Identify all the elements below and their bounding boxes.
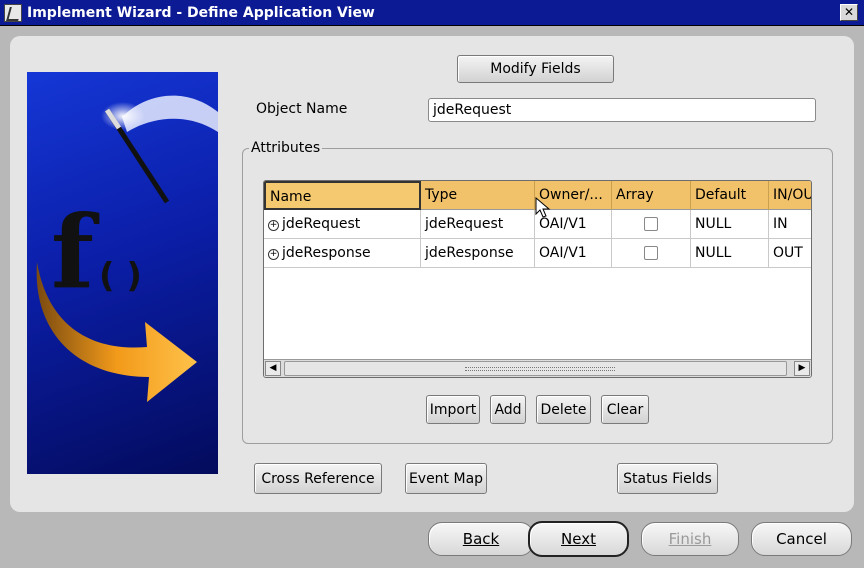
row-name: jdeRequest (282, 216, 361, 232)
array-checkbox[interactable] (644, 217, 658, 231)
wand-function-illustration: f ( ) (36, 95, 218, 402)
cell-array (612, 239, 691, 268)
import-button[interactable]: Import (426, 395, 480, 424)
table-row[interactable]: + jdeResponse jdeResponse OAI/V1 NULL OUT (264, 239, 811, 268)
cell-default: NULL (691, 239, 769, 268)
grip-icon (465, 367, 615, 371)
event-map-button[interactable]: Event Map (405, 463, 487, 494)
attributes-label: Attributes (249, 140, 323, 156)
object-name-input[interactable]: jdeRequest (428, 98, 816, 122)
cell-name: + jdeRequest (264, 210, 421, 239)
app-icon (4, 3, 22, 22)
scroll-left-icon[interactable]: ◀ (265, 361, 281, 376)
row-name: jdeResponse (282, 245, 371, 261)
column-header-inout[interactable]: IN/OU (769, 181, 811, 210)
title-bar: Implement Wizard - Define Application Vi… (0, 0, 864, 26)
parens-glyph: ( ) (99, 256, 142, 296)
close-icon[interactable]: ✕ (840, 4, 858, 21)
scroll-right-icon[interactable]: ▶ (794, 361, 810, 376)
expand-icon[interactable]: + (268, 220, 279, 231)
cell-type: jdeRequest (421, 210, 535, 239)
expand-icon[interactable]: + (268, 249, 279, 260)
horizontal-scrollbar[interactable]: ◀ ▶ (264, 359, 811, 377)
cell-name: + jdeResponse (264, 239, 421, 268)
scroll-thumb[interactable] (284, 361, 787, 376)
cell-inout: OUT (773, 245, 803, 261)
column-header-type[interactable]: Type (421, 181, 535, 210)
cell-inout: IN (773, 216, 788, 232)
array-checkbox[interactable] (644, 246, 658, 260)
column-header-array[interactable]: Array (612, 181, 691, 210)
status-fields-button[interactable]: Status Fields (617, 463, 718, 494)
cell-default: NULL (691, 210, 769, 239)
cross-reference-button[interactable]: Cross Reference (254, 463, 382, 494)
cell-type: jdeResponse (421, 239, 535, 268)
object-name-label: Object Name (256, 101, 348, 117)
wizard-graphic: f ( ) (27, 72, 218, 474)
function-f-glyph: f (51, 193, 100, 311)
column-header-default[interactable]: Default (691, 181, 769, 210)
window-title: Implement Wizard - Define Application Vi… (27, 4, 375, 21)
add-button[interactable]: Add (490, 395, 526, 424)
column-header-name[interactable]: Name (264, 181, 421, 210)
cell-owner: OAI/V1 (535, 239, 612, 268)
delete-button[interactable]: Delete (536, 395, 591, 424)
mouse-pointer-icon (535, 197, 551, 218)
next-button[interactable]: Next (528, 521, 629, 557)
cancel-button[interactable]: Cancel (751, 522, 852, 556)
modify-fields-button[interactable]: Modify Fields (457, 55, 614, 83)
clear-button[interactable]: Clear (601, 395, 649, 424)
cell-array (612, 210, 691, 239)
back-button[interactable]: Back (428, 522, 534, 556)
finish-button[interactable]: Finish (641, 522, 739, 556)
